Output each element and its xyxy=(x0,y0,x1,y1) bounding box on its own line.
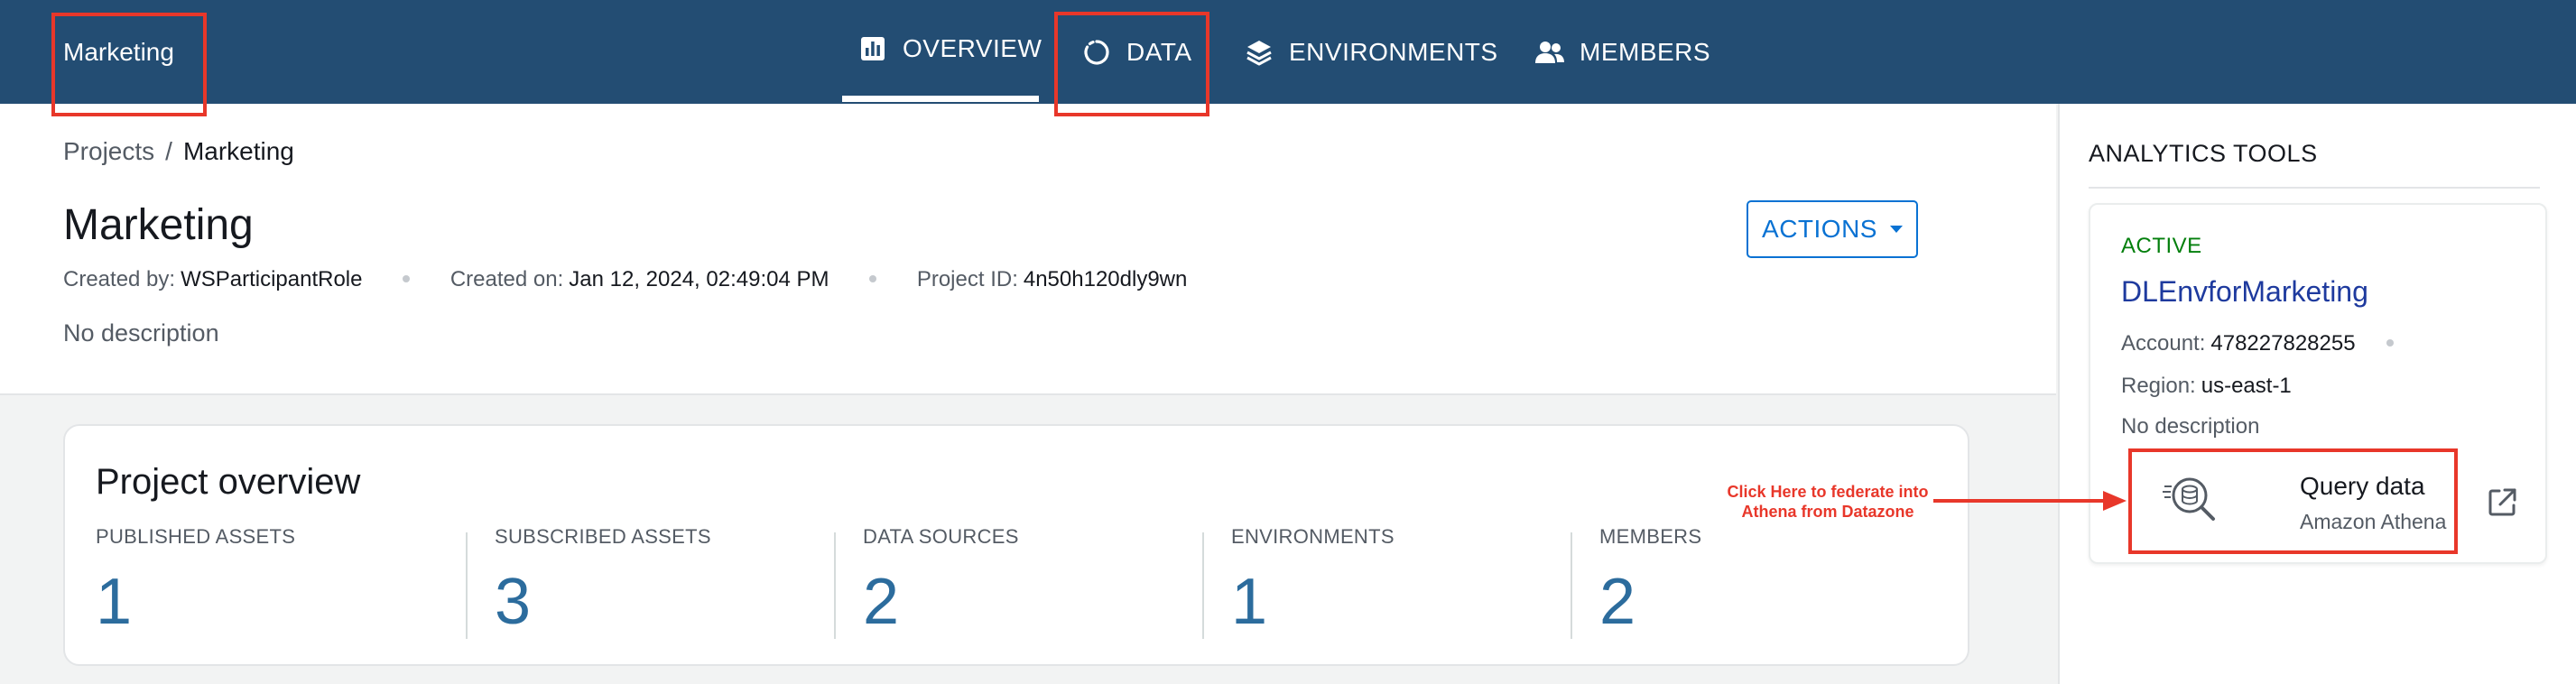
stat-label: SUBSCRIBED ASSETS xyxy=(495,525,711,548)
region-label: Region: xyxy=(2121,374,2196,398)
stat-label: ENVIRONMENTS xyxy=(1231,525,1395,548)
account-value: 478227828255 xyxy=(2210,331,2356,356)
stat-label: DATA SOURCES xyxy=(863,525,1019,548)
breadcrumb: Projects / Marketing xyxy=(63,137,294,166)
tab-environments-label: ENVIRONMENTS xyxy=(1289,37,1498,66)
actions-button-label: ACTIONS xyxy=(1762,215,1877,243)
stat-divider xyxy=(1571,532,1572,639)
stat-label: MEMBERS xyxy=(1599,525,1702,548)
stat-members: MEMBERS 2 xyxy=(1599,525,1701,642)
created-by-value: WSParticipantRole xyxy=(181,267,363,291)
environment-region: Region: us-east-1 xyxy=(2121,374,2292,399)
project-id-value: 4n50h120dly9wn xyxy=(1023,267,1188,291)
layers-icon xyxy=(1244,37,1274,68)
caret-down-icon xyxy=(1889,226,1903,233)
region-value: us-east-1 xyxy=(2201,374,2292,398)
annotation-callout: Click Here to federate into Athena from … xyxy=(1697,482,1959,522)
stat-value[interactable]: 2 xyxy=(1599,565,1701,639)
stat-divider xyxy=(466,532,468,639)
separator-dot xyxy=(2386,338,2394,347)
environment-name-link[interactable]: DLEnvforMarketing xyxy=(2121,275,2368,309)
page-title: Marketing xyxy=(63,201,254,249)
stat-value[interactable]: 2 xyxy=(863,565,1019,639)
project-id-label: Project ID: xyxy=(916,267,1018,291)
stat-label: PUBLISHED ASSETS xyxy=(96,525,296,548)
stat-data-sources: DATA SOURCES 2 xyxy=(863,525,1019,642)
separator-dot xyxy=(869,274,877,282)
external-link-icon[interactable] xyxy=(2484,485,2520,521)
overview-title: Project overview xyxy=(96,462,361,502)
stat-value[interactable]: 3 xyxy=(495,565,711,639)
breadcrumb-current: Marketing xyxy=(182,137,294,165)
created-by-label: Created by: xyxy=(63,267,176,291)
project-description: No description xyxy=(63,319,219,347)
project-tabs: OVERVIEW DATA ENVIRONMENTS MEMBERS xyxy=(0,0,2576,104)
tab-environments[interactable]: ENVIRONMENTS xyxy=(1244,0,1498,104)
highlight-box-project-name xyxy=(51,13,207,116)
stat-value[interactable]: 1 xyxy=(1231,565,1395,639)
analytics-tools-title: ANALYTICS TOOLS xyxy=(2089,140,2318,167)
account-label: Account: xyxy=(2121,331,2206,356)
annotation-line-2: Athena from Datazone xyxy=(1741,503,1914,521)
tab-members-label: MEMBERS xyxy=(1580,37,1711,66)
environment-status-badge: ACTIVE xyxy=(2121,234,2202,258)
breadcrumb-separator: / xyxy=(165,137,172,165)
stat-value[interactable]: 1 xyxy=(96,565,295,639)
divider xyxy=(2089,187,2540,189)
annotation-line-1: Click Here to federate into xyxy=(1727,483,1929,501)
highlight-box-query-data xyxy=(2128,448,2458,554)
bar-chart-icon xyxy=(857,33,888,64)
highlight-box-data-tab xyxy=(1054,12,1209,116)
top-navigation-bar: Marketing OVERVIEW DATA ENVIRONMENTS MEM… xyxy=(0,0,2576,104)
annotation-arrow-icon xyxy=(1933,491,2127,511)
people-icon xyxy=(1534,37,1565,68)
actions-button[interactable]: ACTIONS xyxy=(1747,200,1918,258)
stat-published-assets: PUBLISHED ASSETS 1 xyxy=(96,525,295,642)
separator-dot xyxy=(403,274,411,282)
stat-environments: ENVIRONMENTS 1 xyxy=(1231,525,1395,642)
stat-divider xyxy=(1202,532,1204,639)
project-overview-card: Project overview PUBLISHED ASSETS 1 SUBS… xyxy=(63,424,1969,666)
active-tab-indicator xyxy=(842,96,1039,102)
breadcrumb-projects-link[interactable]: Projects xyxy=(63,137,154,165)
tab-overview-label: OVERVIEW xyxy=(903,34,1042,62)
stat-divider xyxy=(834,532,836,639)
analytics-tools-panel: ANALYTICS TOOLS ACTIVE DLEnvforMarketing… xyxy=(2058,104,2576,684)
created-on-label: Created on: xyxy=(449,267,564,291)
project-metadata: Created by: WSParticipantRole Created on:… xyxy=(63,267,1187,292)
created-on-value: Jan 12, 2024, 02:49:04 PM xyxy=(569,267,829,291)
environment-account: Account: 478227828255 xyxy=(2121,331,2394,356)
stat-subscribed-assets: SUBSCRIBED ASSETS 3 xyxy=(495,525,711,642)
tab-members[interactable]: MEMBERS xyxy=(1534,0,1710,104)
tab-overview[interactable]: OVERVIEW xyxy=(857,0,1042,97)
environment-description: No description xyxy=(2121,414,2260,439)
